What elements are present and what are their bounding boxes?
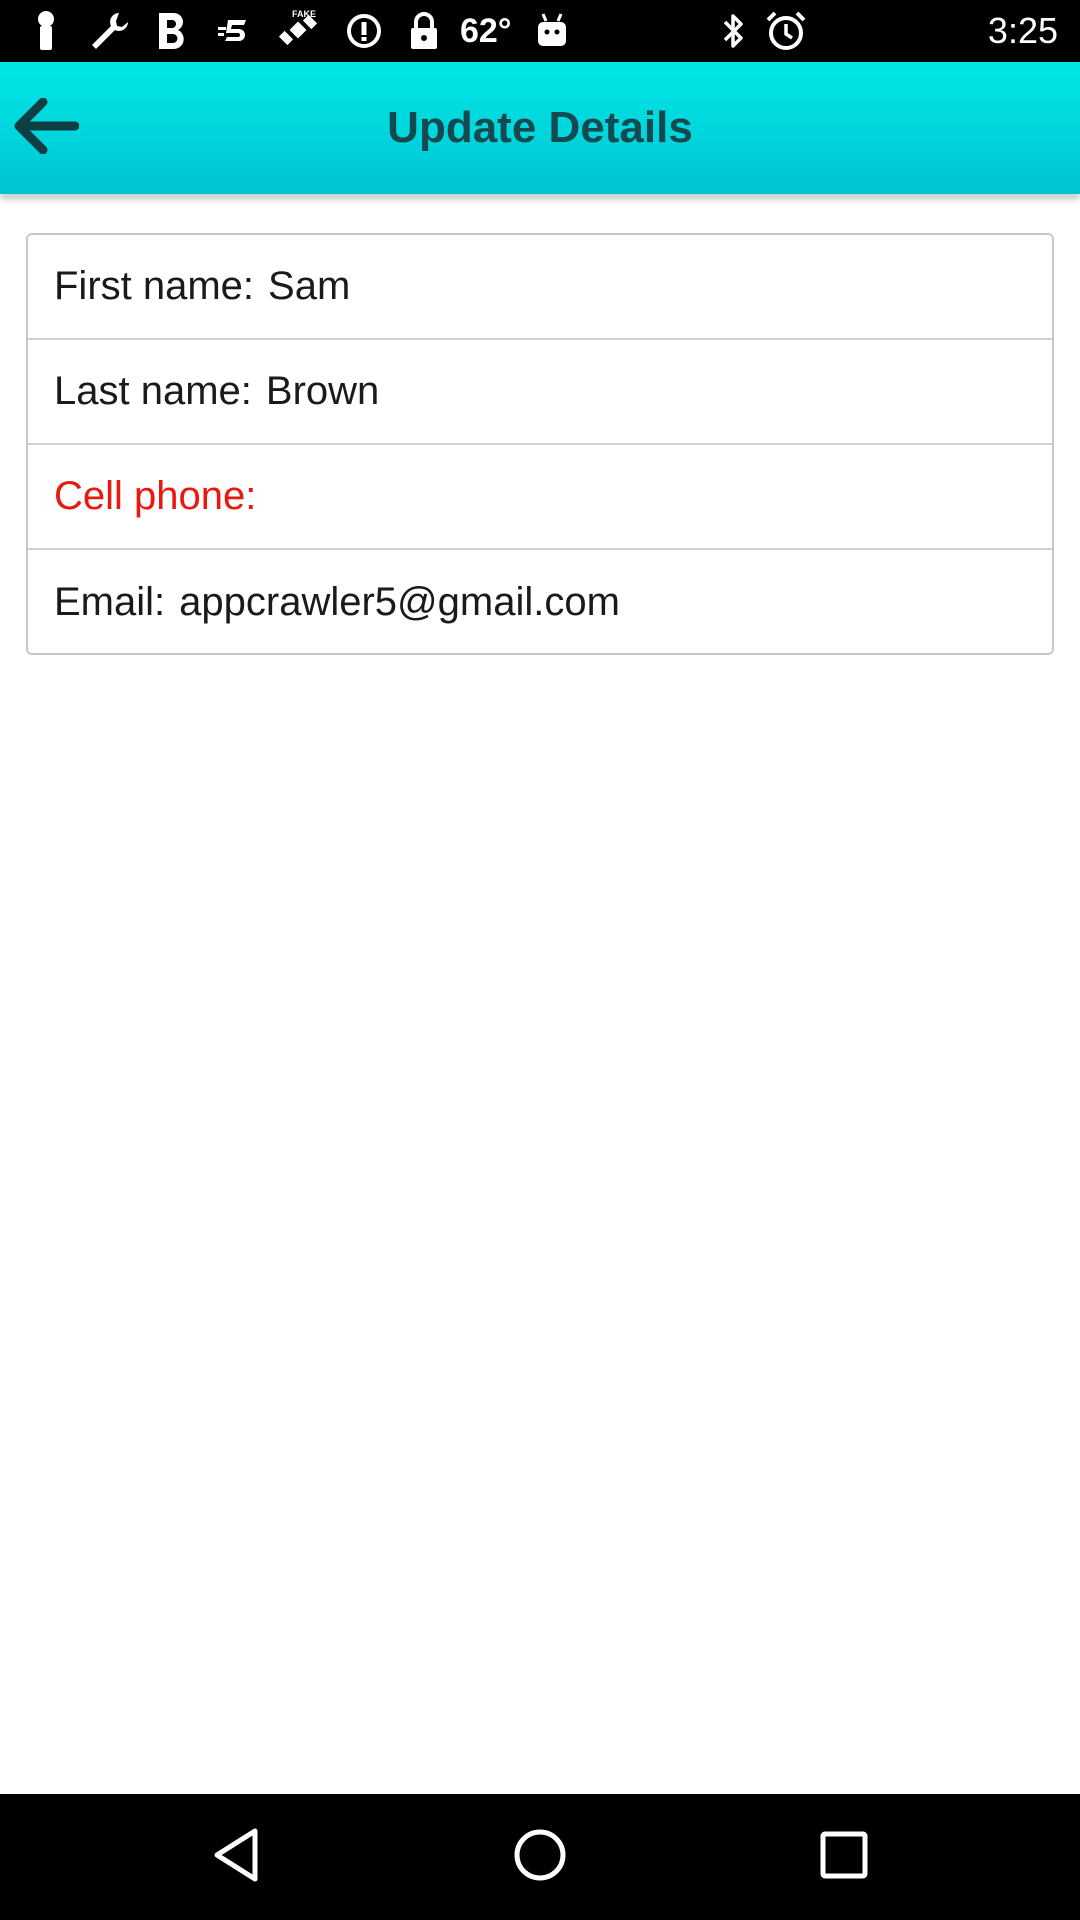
last-name-field[interactable]: Brown <box>266 369 379 414</box>
email-field[interactable]: appcrawler5@gmail.com <box>179 580 620 625</box>
svg-text:FAKE: FAKE <box>292 9 316 19</box>
last-name-row[interactable]: Last name: Brown <box>28 340 1052 445</box>
system-nav-bar <box>0 1794 1080 1920</box>
android-icon <box>532 0 572 62</box>
page-title: Update Details <box>387 103 693 152</box>
email-label: Email: <box>54 579 166 624</box>
alarm-icon <box>764 0 808 62</box>
bold-b-icon <box>152 0 192 62</box>
lock-icon <box>404 0 444 62</box>
first-name-row[interactable]: First name: Sam <box>28 235 1052 340</box>
info-icon <box>344 0 384 62</box>
nav-recents-button[interactable] <box>774 1794 914 1920</box>
status-bar: FAKE 62° 3:25 <box>0 0 1080 62</box>
wrench-icon <box>86 0 132 62</box>
last-name-label: Last name: <box>54 369 252 413</box>
first-name-field[interactable]: Sam <box>268 264 350 309</box>
back-triangle-icon <box>211 1827 261 1888</box>
nav-back-button[interactable] <box>166 1794 306 1920</box>
home-circle-icon <box>512 1827 568 1888</box>
email-row[interactable]: Email: appcrawler5@gmail.com <box>28 550 1052 653</box>
notification-pin-icon <box>26 0 66 62</box>
nav-home-button[interactable] <box>470 1794 610 1920</box>
bluetooth-icon <box>716 0 752 62</box>
cell-phone-row[interactable]: Cell phone: <box>28 445 1052 550</box>
fast-five-icon <box>214 0 254 62</box>
clock-time: 3:25 <box>987 10 1058 51</box>
cell-phone-label: Cell phone: <box>54 474 257 518</box>
fake-gps-satellite-icon: FAKE <box>274 0 324 62</box>
app-bar: Update Details <box>0 62 1080 194</box>
temperature-text: 62° <box>460 12 512 50</box>
first-name-label: First name: <box>54 264 255 308</box>
recents-square-icon <box>819 1830 869 1885</box>
details-form: First name: Sam Last name: Brown Cell ph… <box>26 233 1054 655</box>
